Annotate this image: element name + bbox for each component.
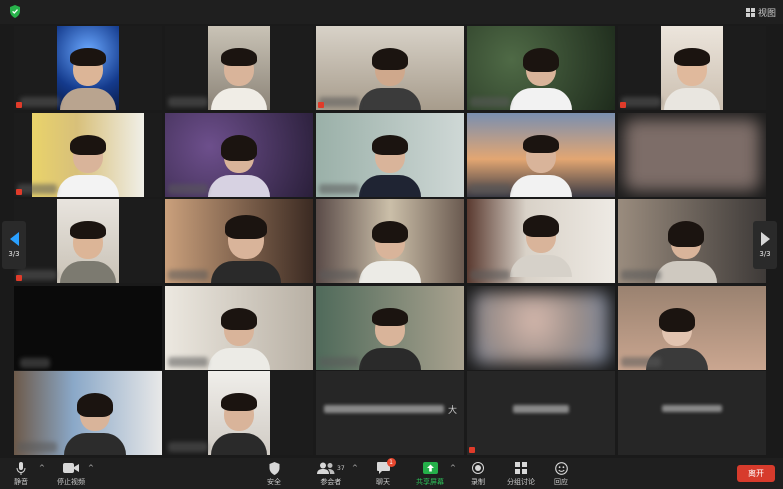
video-tile-name-only[interactable] bbox=[467, 371, 615, 455]
video-tile[interactable] bbox=[467, 113, 615, 197]
security-label: 安全 bbox=[267, 478, 281, 486]
breakout-rooms-button[interactable]: 分组讨论 bbox=[507, 461, 535, 487]
microphone-icon bbox=[16, 461, 26, 475]
next-page-button[interactable]: 3/3 bbox=[753, 221, 777, 269]
participants-count: 37 bbox=[337, 464, 345, 472]
leave-meeting-button[interactable]: 离开 bbox=[737, 465, 775, 482]
chat-label: 聊天 bbox=[376, 478, 390, 486]
breakout-rooms-icon bbox=[515, 462, 527, 474]
encryption-shield-icon[interactable] bbox=[9, 5, 21, 18]
video-tile[interactable] bbox=[618, 26, 766, 110]
video-tile[interactable] bbox=[165, 199, 313, 283]
audio-options-caret-icon[interactable]: ^ bbox=[39, 464, 45, 472]
chat-button[interactable]: 1 聊天 bbox=[376, 458, 396, 487]
video-tile-blurred[interactable] bbox=[618, 113, 766, 197]
video-tile-blurred[interactable] bbox=[467, 286, 615, 370]
video-tile[interactable] bbox=[14, 199, 162, 283]
record-icon bbox=[472, 462, 484, 474]
video-tile[interactable] bbox=[467, 26, 615, 110]
smiley-icon bbox=[554, 461, 568, 475]
video-tile[interactable] bbox=[618, 286, 766, 370]
view-label: 视图 bbox=[757, 8, 776, 19]
stop-video-label: 停止视频 bbox=[57, 478, 85, 486]
participant-name-blurred bbox=[324, 405, 444, 413]
participants-options-caret-icon[interactable]: ^ bbox=[352, 464, 358, 472]
video-tile-off[interactable] bbox=[14, 286, 162, 370]
meeting-toolbar: 静音 ^ 停止视频 ^ 安全 37 参会者 ^ 1 聊天 共享屏幕 ^ 录制 分… bbox=[0, 458, 783, 489]
security-button[interactable]: 安全 bbox=[267, 461, 281, 487]
participants-icon bbox=[317, 462, 335, 474]
video-tile[interactable] bbox=[316, 26, 464, 110]
video-tile[interactable] bbox=[14, 371, 162, 455]
share-screen-icon bbox=[422, 462, 438, 474]
share-screen-label: 共享屏幕 bbox=[416, 478, 444, 486]
top-bar: 视图 bbox=[0, 0, 783, 24]
participants-label: 参会者 bbox=[320, 478, 342, 486]
video-tile-name-only[interactable] bbox=[618, 371, 766, 455]
shield-icon bbox=[269, 461, 279, 475]
previous-page-button[interactable]: 3/3 bbox=[2, 221, 26, 269]
participants-button[interactable]: 37 参会者 bbox=[317, 461, 345, 487]
video-tile[interactable] bbox=[165, 113, 313, 197]
record-label: 录制 bbox=[471, 478, 485, 486]
video-tile[interactable] bbox=[14, 113, 162, 197]
participant-name-char: 大 bbox=[448, 406, 458, 416]
stop-video-button[interactable]: 停止视频 bbox=[57, 461, 85, 487]
participant-name-blurred bbox=[513, 405, 569, 413]
video-tile[interactable] bbox=[316, 286, 464, 370]
video-tile[interactable] bbox=[618, 199, 766, 283]
mute-label: 静音 bbox=[14, 478, 28, 486]
chat-unread-badge: 1 bbox=[386, 458, 396, 467]
triangle-left-icon bbox=[9, 232, 19, 246]
page-indicator-right: 3/3 bbox=[759, 250, 771, 258]
video-tile[interactable] bbox=[316, 199, 464, 283]
share-screen-button[interactable]: 共享屏幕 bbox=[416, 461, 444, 487]
reactions-button[interactable]: 回应 bbox=[554, 461, 568, 487]
view-button[interactable]: 视图 bbox=[745, 4, 776, 20]
participant-name-blurred bbox=[662, 405, 722, 412]
mute-button[interactable]: 静音 bbox=[14, 461, 28, 487]
video-tile[interactable] bbox=[165, 26, 313, 110]
video-tile-name-only[interactable]: 大 bbox=[316, 371, 464, 455]
breakout-rooms-label: 分组讨论 bbox=[507, 478, 535, 486]
page-indicator-left: 3/3 bbox=[8, 250, 20, 258]
video-tile[interactable] bbox=[316, 113, 464, 197]
reactions-label: 回应 bbox=[554, 478, 568, 486]
video-options-caret-icon[interactable]: ^ bbox=[88, 464, 94, 472]
triangle-right-icon bbox=[760, 232, 770, 246]
video-tile[interactable] bbox=[165, 371, 313, 455]
share-options-caret-icon[interactable]: ^ bbox=[450, 464, 456, 472]
video-camera-icon bbox=[63, 463, 79, 473]
video-tile[interactable] bbox=[467, 199, 615, 283]
video-gallery: 大 bbox=[14, 24, 766, 458]
video-tile[interactable] bbox=[14, 26, 162, 110]
grid-view-icon bbox=[745, 7, 755, 17]
record-button[interactable]: 录制 bbox=[471, 461, 485, 487]
video-tile[interactable] bbox=[165, 286, 313, 370]
